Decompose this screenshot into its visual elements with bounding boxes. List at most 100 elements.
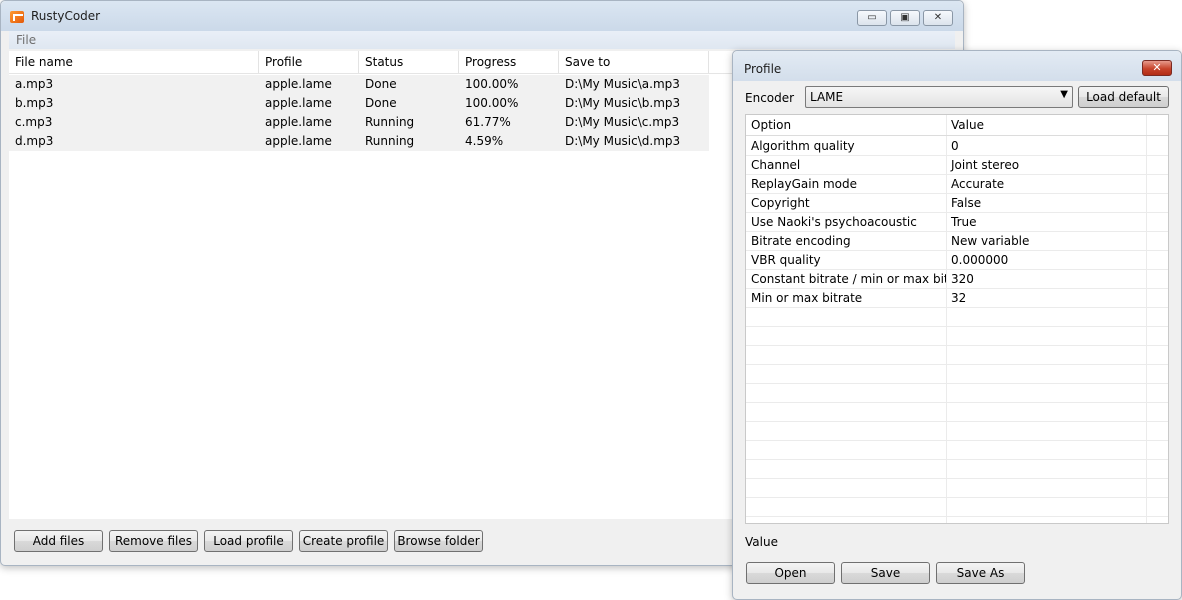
- option-name: Channel: [751, 158, 801, 172]
- option-name: Copyright: [751, 196, 810, 210]
- option-value: Accurate: [951, 177, 1005, 191]
- header-save-to[interactable]: Save to: [559, 51, 709, 73]
- option-value: 0: [951, 139, 959, 153]
- table-row[interactable]: a.mp3 apple.lame Done 100.00% D:\My Musi…: [9, 75, 709, 94]
- save-button[interactable]: Save: [841, 562, 930, 584]
- option-row[interactable]: Min or max bitrate 32: [746, 289, 1168, 308]
- empty-row: [746, 422, 1168, 441]
- options-table: Option Value Algorithm quality 0 Channel Jo…: [745, 114, 1169, 524]
- cell-save-to: D:\My Music\a.mp3: [565, 77, 680, 91]
- cell-progress: 61.77%: [465, 115, 511, 129]
- encoder-selected-value: LAME: [810, 90, 844, 104]
- close-icon: ✕: [933, 12, 943, 23]
- option-value: False: [951, 196, 982, 210]
- cell-profile: apple.lame: [265, 77, 332, 91]
- header-status[interactable]: Status: [359, 51, 459, 73]
- value-label: Value: [745, 535, 778, 549]
- restore-icon: ▣: [900, 12, 910, 23]
- option-row[interactable]: VBR quality 0.000000: [746, 251, 1168, 270]
- option-row[interactable]: Use Naoki's psychoacoustic True: [746, 213, 1168, 232]
- profile-close-button[interactable]: ✕: [1142, 60, 1172, 76]
- chevron-down-icon: ▼: [1060, 89, 1068, 100]
- cell-save-to: D:\My Music\c.mp3: [565, 115, 680, 129]
- close-button[interactable]: ✕: [923, 10, 953, 26]
- table-row[interactable]: b.mp3 apple.lame Done 100.00% D:\My Musi…: [9, 94, 709, 113]
- option-row[interactable]: Channel Joint stereo: [746, 156, 1168, 175]
- create-profile-button[interactable]: Create profile: [299, 530, 388, 552]
- save-as-button[interactable]: Save As: [936, 562, 1025, 584]
- encoder-label: Encoder: [745, 91, 795, 105]
- load-default-button[interactable]: Load default: [1078, 86, 1169, 108]
- cell-progress: 100.00%: [465, 77, 519, 91]
- table-row[interactable]: c.mp3 apple.lame Running 61.77% D:\My Mu…: [9, 113, 709, 132]
- window-title: RustyCoder: [31, 9, 101, 23]
- option-row[interactable]: ReplayGain mode Accurate: [746, 175, 1168, 194]
- header-progress[interactable]: Progress: [459, 51, 559, 73]
- main-title-bar[interactable]: RustyCoder ▭ ▣ ✕: [1, 1, 963, 31]
- header-file-name[interactable]: File name: [9, 51, 259, 73]
- cell-status: Running: [365, 115, 415, 129]
- close-icon: ✕: [1152, 61, 1162, 74]
- encoder-select[interactable]: LAME ▼: [805, 86, 1073, 108]
- remove-files-button[interactable]: Remove files: [109, 530, 198, 552]
- cell-progress: 100.00%: [465, 96, 519, 110]
- empty-row: [746, 384, 1168, 403]
- header-option[interactable]: Option: [746, 115, 946, 135]
- option-name: Min or max bitrate: [751, 291, 863, 305]
- option-name: VBR quality: [751, 253, 821, 267]
- header-value[interactable]: Value: [946, 115, 1146, 135]
- open-button[interactable]: Open: [746, 562, 835, 584]
- option-value: 0.000000: [951, 253, 1009, 267]
- empty-row: [746, 498, 1168, 517]
- empty-row: [746, 365, 1168, 384]
- option-row[interactable]: Algorithm quality 0: [746, 137, 1168, 156]
- cell-status: Running: [365, 134, 415, 148]
- add-files-button[interactable]: Add files: [14, 530, 103, 552]
- profile-window: Profile ✕ Encoder LAME ▼ Load default Op…: [732, 50, 1182, 600]
- app-icon: [10, 11, 24, 23]
- menu-bar: File: [9, 31, 955, 49]
- header-profile[interactable]: Profile: [259, 51, 359, 73]
- table-row[interactable]: d.mp3 apple.lame Running 4.59% D:\My Mus…: [9, 132, 709, 151]
- options-header: Option Value: [746, 115, 1168, 136]
- option-value: New variable: [951, 234, 1030, 248]
- browse-folder-button[interactable]: Browse folder: [394, 530, 483, 552]
- cell-file-name: a.mp3: [15, 77, 54, 91]
- cell-profile: apple.lame: [265, 115, 332, 129]
- minimize-icon: ▭: [867, 12, 877, 23]
- cell-file-name: c.mp3: [15, 115, 53, 129]
- option-value: 32: [951, 291, 967, 305]
- empty-row: [746, 479, 1168, 498]
- option-row[interactable]: Constant bitrate / min or max bitra... 32…: [746, 270, 1168, 289]
- cell-profile: apple.lame: [265, 96, 332, 110]
- cell-progress: 4.59%: [465, 134, 504, 148]
- load-profile-button[interactable]: Load profile: [204, 530, 293, 552]
- option-name: Bitrate encoding: [751, 234, 851, 248]
- cell-profile: apple.lame: [265, 134, 332, 148]
- option-row[interactable]: Copyright False: [746, 194, 1168, 213]
- option-value: True: [951, 215, 977, 229]
- minimize-button[interactable]: ▭: [857, 10, 887, 26]
- menu-file[interactable]: File: [16, 33, 36, 47]
- cell-file-name: d.mp3: [15, 134, 54, 148]
- empty-row: [746, 403, 1168, 422]
- empty-row: [746, 460, 1168, 479]
- option-name: Use Naoki's psychoacoustic: [751, 215, 917, 229]
- restore-button[interactable]: ▣: [890, 10, 920, 26]
- empty-row: [746, 308, 1168, 327]
- cell-file-name: b.mp3: [15, 96, 54, 110]
- empty-row: [746, 327, 1168, 346]
- cell-status: Done: [365, 96, 397, 110]
- profile-title-bar[interactable]: Profile ✕: [733, 51, 1181, 81]
- option-name: Algorithm quality: [751, 139, 855, 153]
- profile-window-title: Profile: [744, 62, 782, 76]
- option-name: ReplayGain mode: [751, 177, 858, 191]
- empty-row: [746, 441, 1168, 460]
- option-value: 320: [951, 272, 974, 286]
- option-name: Constant bitrate / min or max bitra...: [751, 272, 946, 286]
- cell-status: Done: [365, 77, 397, 91]
- empty-row: [746, 346, 1168, 365]
- option-row[interactable]: Bitrate encoding New variable: [746, 232, 1168, 251]
- option-value: Joint stereo: [951, 158, 1020, 172]
- cell-save-to: D:\My Music\d.mp3: [565, 134, 681, 148]
